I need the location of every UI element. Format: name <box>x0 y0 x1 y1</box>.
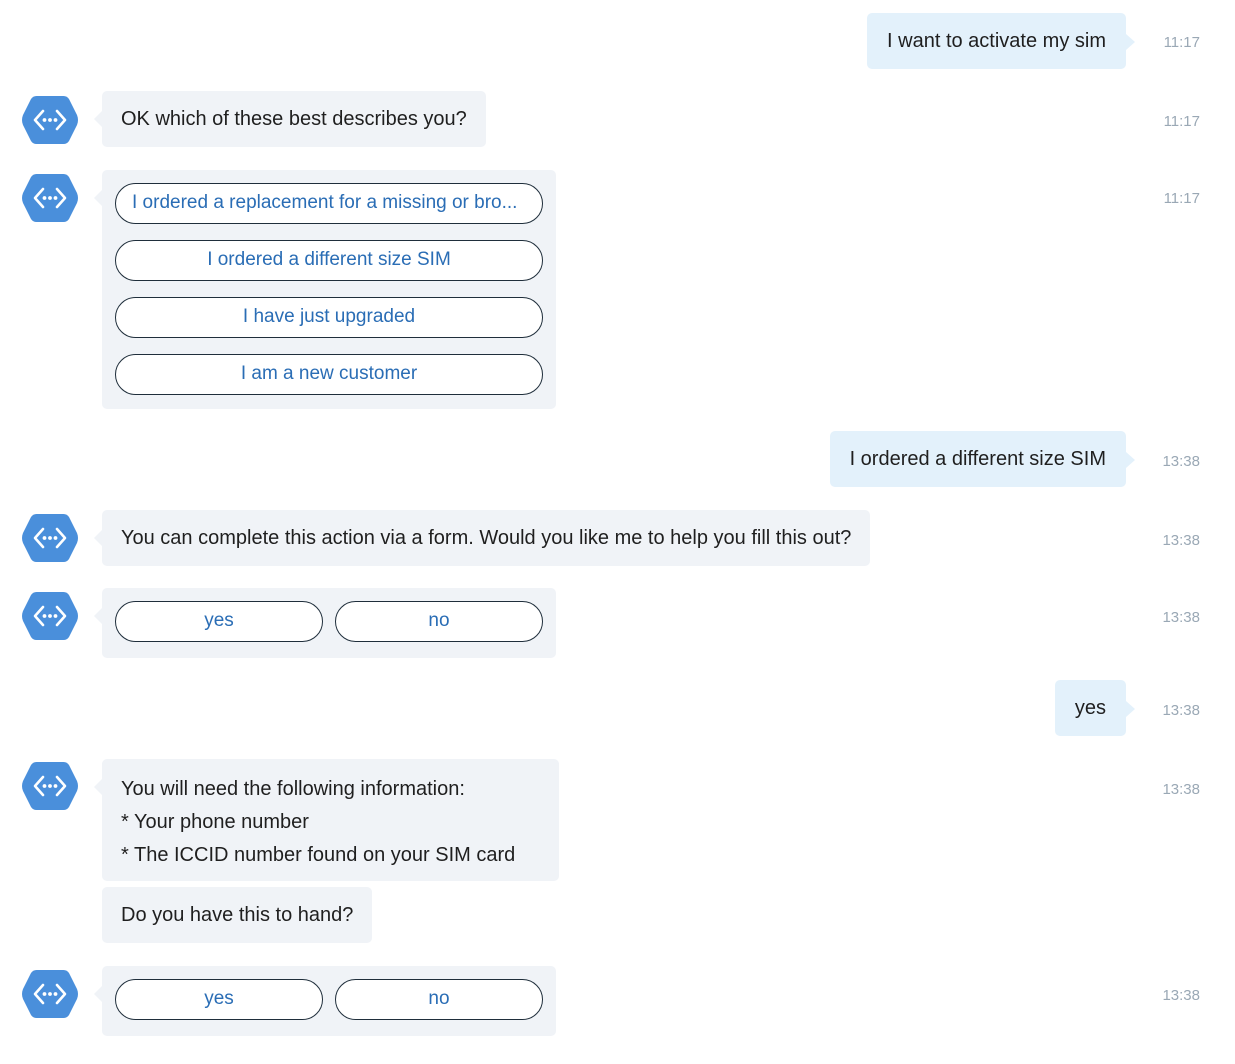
bot-avatar-icon <box>21 509 79 567</box>
quick-reply-card: I ordered a replacement for a missing or… <box>94 170 556 409</box>
message-text: You can complete this action via a form.… <box>121 527 852 549</box>
timestamp: 11:17 <box>1163 190 1200 207</box>
bot-message: You will need the following information:… <box>94 759 559 881</box>
option-replacement-button[interactable]: I ordered a replacement for a missing or… <box>115 183 543 224</box>
message-line: * The ICCID number found on your SIM car… <box>121 844 516 866</box>
bot-message: Do you have this to hand? <box>102 887 373 943</box>
quick-reply-card: yes no <box>94 966 556 1036</box>
user-message: I want to activate my sim <box>867 13 1135 69</box>
bot-avatar-icon <box>21 91 79 149</box>
message-text: I ordered a different size SIM <box>849 448 1106 470</box>
message-text: yes <box>1074 697 1106 719</box>
timestamp: 11:17 <box>1163 113 1200 130</box>
timestamp: 11:17 <box>1163 34 1200 51</box>
quick-reply-card: yes no <box>94 588 556 658</box>
bot-avatar-icon <box>21 965 79 1023</box>
bot-message: OK which of these best describes you? <box>94 91 486 147</box>
bot-avatar-icon <box>21 757 79 815</box>
message-text: OK which of these best describes you? <box>121 108 467 130</box>
option-upgraded-button[interactable]: I have just upgraded <box>115 297 543 338</box>
bot-avatar-icon <box>21 587 79 645</box>
bot-message: You can complete this action via a form.… <box>93 510 871 566</box>
timestamp: 13:38 <box>1162 609 1200 626</box>
option-different-size-button[interactable]: I ordered a different size SIM <box>115 240 543 281</box>
yes-button[interactable]: yes <box>115 601 323 642</box>
no-button[interactable]: no <box>335 601 543 642</box>
yes-button[interactable]: yes <box>115 979 323 1020</box>
user-message: I ordered a different size SIM <box>829 431 1136 487</box>
timestamp: 13:38 <box>1162 702 1200 719</box>
timestamp: 13:38 <box>1162 453 1200 470</box>
bot-avatar-icon <box>21 169 79 227</box>
message-line: * Your phone number <box>121 811 309 833</box>
option-new-customer-button[interactable]: I am a new customer <box>115 354 543 395</box>
message-text: I want to activate my sim <box>887 30 1106 52</box>
timestamp: 13:38 <box>1162 781 1200 798</box>
message-line: You will need the following information: <box>121 778 465 800</box>
user-message: yes <box>1054 680 1136 736</box>
message-text: Do you have this to hand? <box>121 904 354 926</box>
timestamp: 13:38 <box>1162 987 1200 1004</box>
no-button[interactable]: no <box>335 979 543 1020</box>
timestamp: 13:38 <box>1162 532 1200 549</box>
